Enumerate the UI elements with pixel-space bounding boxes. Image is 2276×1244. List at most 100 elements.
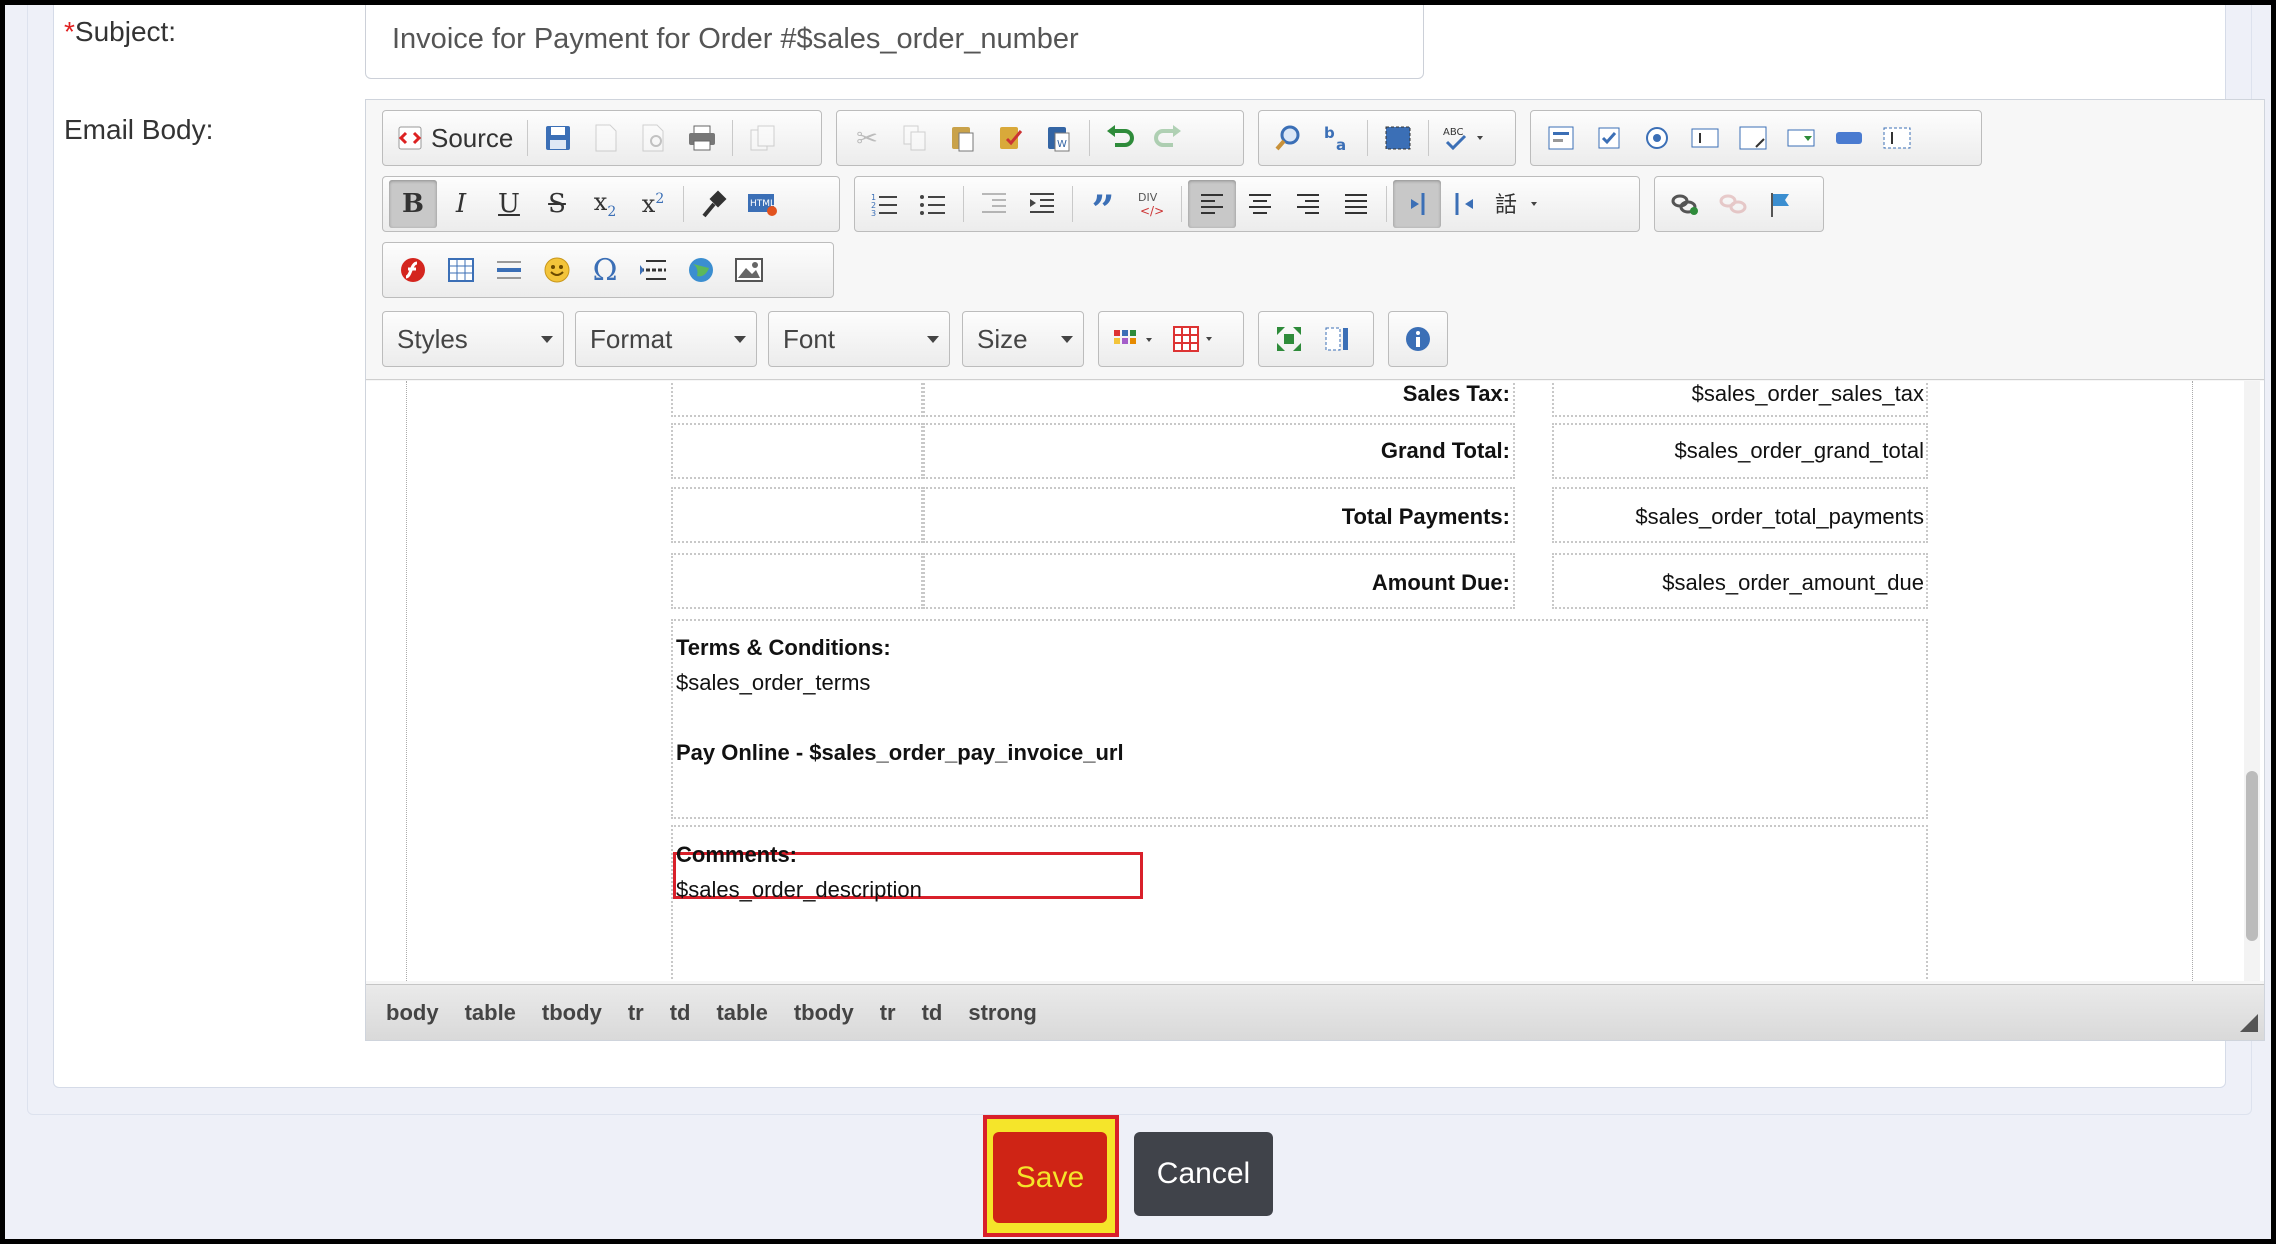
cut-icon[interactable]: ✂	[843, 114, 891, 162]
remove-format-icon[interactable]: HTML	[738, 180, 786, 228]
numbered-list-icon[interactable]: 123	[861, 180, 909, 228]
replace-icon[interactable]: ba	[1313, 114, 1361, 162]
svg-text:ABC: ABC	[1443, 127, 1464, 138]
info-icon[interactable]	[1395, 315, 1441, 363]
chevron-down-icon	[1061, 336, 1073, 343]
form-icon[interactable]	[1537, 114, 1585, 162]
resize-handle-icon[interactable]	[2240, 1014, 2258, 1032]
cancel-button[interactable]: Cancel	[1134, 1132, 1273, 1216]
table-grid-icon[interactable]	[1165, 315, 1225, 363]
bold-icon[interactable]: B	[389, 180, 437, 228]
strikethrough-icon[interactable]: S	[533, 180, 581, 228]
blockquote-icon[interactable]: ”	[1079, 180, 1127, 231]
table-icon[interactable]	[437, 246, 485, 294]
paste-text-icon[interactable]	[987, 114, 1035, 162]
link-icon[interactable]	[1661, 180, 1709, 228]
maximize-icon[interactable]	[1265, 315, 1313, 363]
button-field-icon[interactable]	[1825, 114, 1873, 162]
path-crumb[interactable]: table	[716, 1000, 767, 1026]
underline-icon[interactable]: U	[485, 180, 533, 228]
styles-label: Styles	[397, 324, 468, 354]
special-char-icon[interactable]: Ω	[581, 246, 629, 294]
subscript-icon[interactable]: x2	[581, 180, 629, 228]
chevron-down-icon	[734, 336, 746, 343]
hidden-field-icon[interactable]	[1873, 114, 1921, 162]
indent-icon[interactable]	[1018, 180, 1066, 228]
grand-total-label: Grand Total:	[1380, 438, 1510, 463]
checkbox-icon[interactable]	[1585, 114, 1633, 162]
find-icon[interactable]	[1265, 114, 1313, 162]
spellcheck-icon[interactable]: ABC	[1435, 114, 1495, 162]
svg-text:話: 話	[1495, 193, 1517, 218]
subject-input[interactable]: Invoice for Payment for Order #$sales_or…	[365, 5, 1424, 79]
templates-icon[interactable]	[739, 114, 787, 162]
radio-icon[interactable]	[1633, 114, 1681, 162]
text-color-icon[interactable]	[1105, 315, 1165, 363]
justify-icon[interactable]	[1332, 180, 1380, 228]
app-frame: *Subject: Invoice for Payment for Order …	[5, 5, 2271, 1239]
source-button[interactable]: Source	[389, 114, 521, 162]
align-left-icon[interactable]	[1188, 180, 1236, 228]
path-crumb[interactable]: tr	[880, 1000, 896, 1026]
subject-label-text: Subject:	[74, 16, 177, 47]
links-group	[1654, 176, 1824, 232]
paste-icon[interactable]	[939, 114, 987, 162]
ltr-icon[interactable]	[1393, 180, 1441, 228]
font-label: Font	[783, 324, 836, 354]
copy-format-icon[interactable]	[690, 180, 738, 228]
rich-text-editor: Source ✂ W b a ABC B I U S x2 x2 HTML 1 …	[365, 99, 2265, 1041]
save-doc-icon[interactable]	[534, 114, 582, 162]
preview-icon[interactable]	[630, 114, 678, 162]
language-icon[interactable]: 話	[1489, 180, 1549, 228]
unlink-icon[interactable]	[1709, 180, 1757, 228]
superscript-icon[interactable]: x2	[629, 180, 677, 228]
path-crumb[interactable]: tr	[628, 1000, 644, 1026]
page-break-icon[interactable]	[629, 246, 677, 294]
redo-icon[interactable]	[1144, 114, 1192, 162]
iframe-icon[interactable]	[677, 246, 725, 294]
align-right-icon[interactable]	[1284, 180, 1332, 228]
horizontal-line-icon[interactable]	[485, 246, 533, 294]
bulleted-list-icon[interactable]	[909, 180, 957, 228]
pay-online-link[interactable]: Pay Online - $sales_order_pay_invoice_ur…	[676, 740, 1124, 766]
path-crumb[interactable]: tbody	[794, 1000, 854, 1026]
textarea-icon[interactable]	[1729, 114, 1777, 162]
anchor-icon[interactable]	[1757, 180, 1805, 228]
path-crumb[interactable]: td	[670, 1000, 691, 1026]
copy-icon[interactable]	[891, 114, 939, 162]
new-page-icon[interactable]	[582, 114, 630, 162]
outdent-icon[interactable]	[970, 180, 1018, 228]
path-crumb[interactable]: td	[922, 1000, 943, 1026]
rtl-icon[interactable]	[1441, 180, 1489, 228]
editor-scroll-thumb[interactable]	[2246, 771, 2258, 941]
undo-icon[interactable]	[1096, 114, 1144, 162]
comments-value: $sales_order_description	[676, 877, 922, 902]
editor-content[interactable]: Sales Tax: $sales_order_sales_tax Grand …	[366, 381, 2264, 981]
path-crumb[interactable]: table	[465, 1000, 516, 1026]
smiley-icon[interactable]	[533, 246, 581, 294]
select-field-icon[interactable]	[1777, 114, 1825, 162]
font-dropdown[interactable]: Font	[768, 311, 950, 367]
text-field-icon[interactable]	[1681, 114, 1729, 162]
save-button[interactable]: Save	[993, 1132, 1107, 1223]
terms-heading: Terms & Conditions:	[676, 635, 891, 660]
colors-group	[1098, 311, 1244, 367]
image-icon[interactable]	[725, 246, 773, 294]
select-all-icon[interactable]	[1374, 114, 1422, 162]
size-dropdown[interactable]: Size	[962, 311, 1084, 367]
italic-icon[interactable]: I	[437, 180, 485, 228]
styles-dropdown[interactable]: Styles	[382, 311, 564, 367]
format-dropdown[interactable]: Format	[575, 311, 757, 367]
align-center-icon[interactable]	[1236, 180, 1284, 228]
amount-due-value: $sales_order_amount_due	[1662, 570, 1924, 595]
about-group	[1388, 311, 1448, 367]
show-blocks-icon[interactable]	[1313, 315, 1361, 363]
paste-word-icon[interactable]: W	[1035, 114, 1083, 162]
div-container-icon[interactable]: DIV </>	[1127, 180, 1175, 228]
path-crumb[interactable]: strong	[968, 1000, 1036, 1026]
path-crumb[interactable]: tbody	[542, 1000, 602, 1026]
path-crumb[interactable]: body	[386, 1000, 439, 1026]
svg-text:a: a	[1336, 136, 1346, 152]
print-icon[interactable]	[678, 114, 726, 162]
flash-icon[interactable]	[389, 246, 437, 294]
